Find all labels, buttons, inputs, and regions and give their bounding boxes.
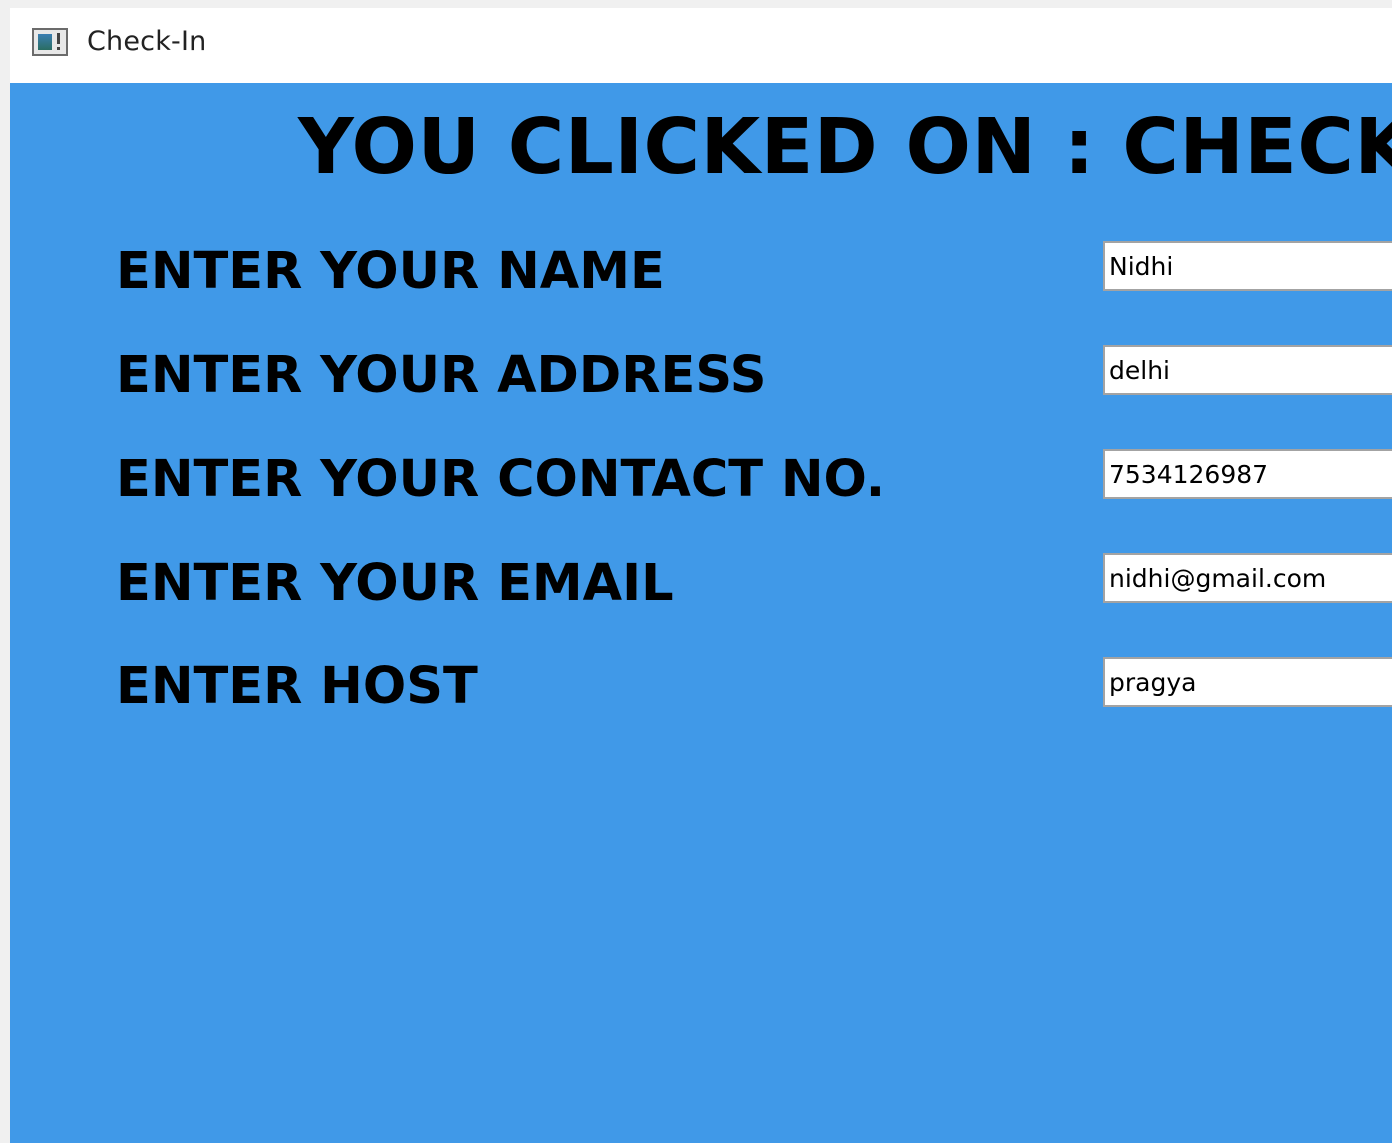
host-input[interactable] (1103, 657, 1392, 707)
page-heading: YOU CLICKED ON : CHECK (298, 103, 1392, 192)
form-panel: YOU CLICKED ON : CHECK ENTER YOUR NAME E… (10, 83, 1392, 1143)
title-bar[interactable]: Check-In (10, 8, 1392, 83)
check-in-window: Check-In YOU CLICKED ON : CHECK ENTER YO… (10, 8, 1392, 1143)
email-input[interactable] (1103, 553, 1392, 603)
host-label: ENTER HOST (116, 657, 478, 716)
window-title: Check-In (87, 26, 207, 57)
address-input[interactable] (1103, 345, 1392, 395)
name-label: ENTER YOUR NAME (116, 242, 665, 301)
contact-number-label: ENTER YOUR CONTACT NO. (116, 450, 886, 509)
email-label: ENTER YOUR EMAIL (116, 554, 674, 613)
address-label: ENTER YOUR ADDRESS (116, 346, 767, 405)
console-window-icon (32, 28, 68, 56)
contact-number-input[interactable] (1103, 449, 1392, 499)
name-input[interactable] (1103, 241, 1392, 291)
